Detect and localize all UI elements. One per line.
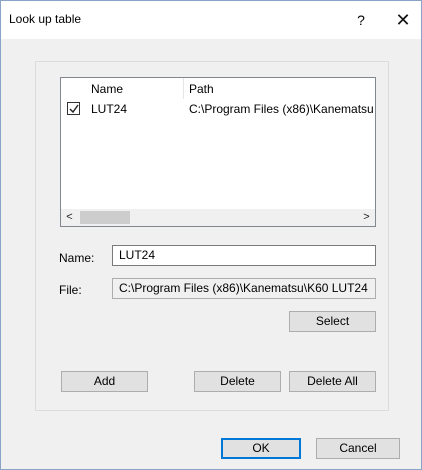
add-button[interactable]: Add <box>61 371 148 392</box>
file-path-field[interactable]: C:\Program Files (x86)\Kanematsu\K60 LUT… <box>112 278 376 299</box>
lut-list-view[interactable]: Name Path LUT24 C:\Program Files (x86)\K… <box>60 77 376 227</box>
delete-button[interactable]: Delete <box>194 371 281 392</box>
dialog-title: Look up table <box>9 12 82 26</box>
scroll-thumb[interactable] <box>80 211 130 224</box>
file-label: File: <box>59 283 82 297</box>
name-field[interactable]: LUT24 <box>112 245 376 266</box>
checkmark-icon <box>69 104 79 114</box>
list-item[interactable]: LUT24 C:\Program Files (x86)\Kanematsu <box>61 99 375 118</box>
list-item-name: LUT24 <box>91 102 128 116</box>
title-bar: Look up table ? ✕ <box>1 1 421 39</box>
help-button[interactable]: ? <box>351 10 371 30</box>
list-item-path: C:\Program Files (x86)\Kanematsu <box>189 102 374 116</box>
column-header-path[interactable]: Path <box>189 82 214 96</box>
lut24-checkbox[interactable] <box>67 102 80 115</box>
select-button[interactable]: Select <box>289 311 376 332</box>
scroll-left-icon[interactable]: < <box>61 209 78 226</box>
close-button[interactable]: ✕ <box>393 10 413 30</box>
horizontal-scrollbar[interactable]: < > <box>61 209 375 226</box>
look-up-table-dialog: Look up table ? ✕ Name Path LUT24 C:\Pro… <box>0 0 422 470</box>
column-header-name[interactable]: Name <box>91 82 123 96</box>
delete-all-button[interactable]: Delete All <box>289 371 376 392</box>
scroll-right-icon[interactable]: > <box>358 209 375 226</box>
column-divider[interactable] <box>183 78 184 99</box>
cancel-button[interactable]: Cancel <box>316 438 400 459</box>
name-label: Name: <box>59 251 95 265</box>
ok-button[interactable]: OK <box>221 438 301 459</box>
list-header: Name Path <box>61 78 375 99</box>
